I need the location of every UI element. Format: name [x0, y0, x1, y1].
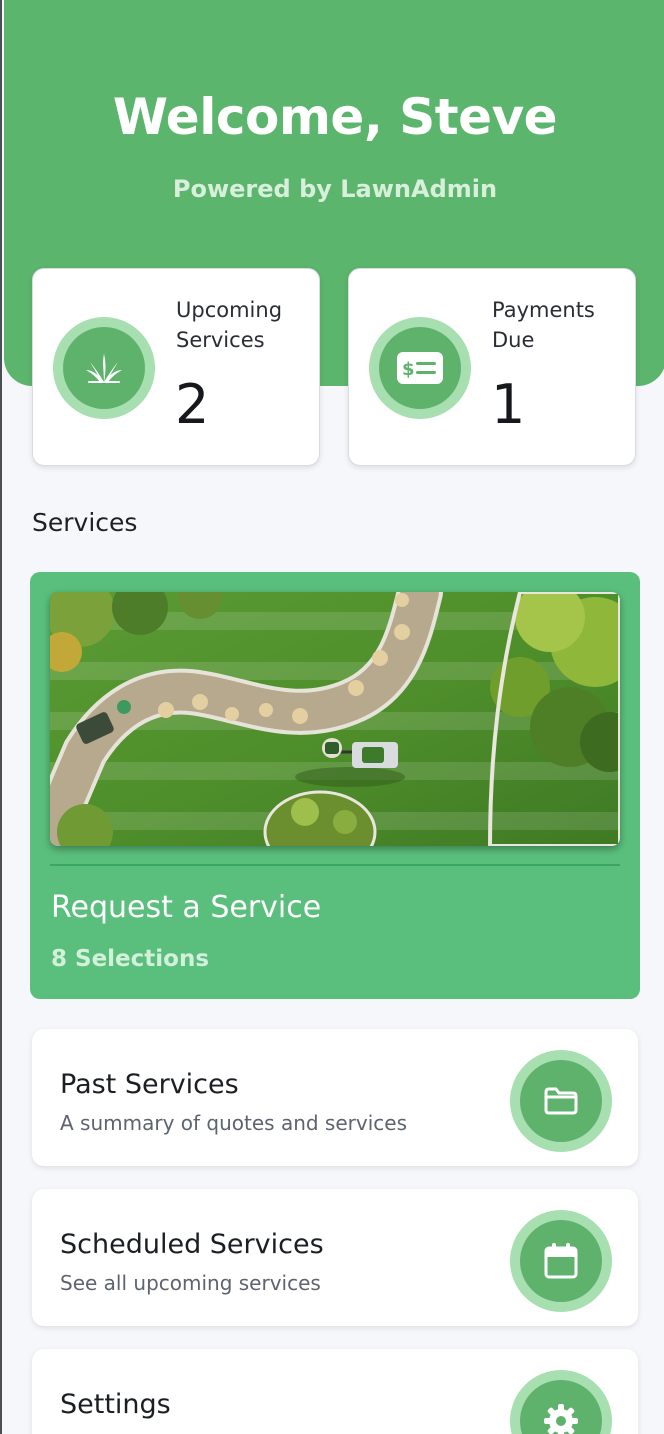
- calendar-icon: [544, 1243, 578, 1279]
- gear-icon-badge[interactable]: [510, 1370, 612, 1434]
- folder-icon-badge[interactable]: [510, 1050, 612, 1152]
- settings-title: Settings: [60, 1389, 171, 1420]
- payments-due-label: Payments Due: [492, 298, 595, 352]
- folder-icon: [544, 1087, 578, 1115]
- grass-icon-badge: [53, 317, 155, 419]
- powered-by-label: Powered by LawnAdmin: [172, 175, 498, 203]
- request-service-card[interactable]: Request a Service 8 Selections: [30, 572, 640, 999]
- request-service-selections: 8 Selections: [51, 946, 210, 972]
- past-services-title: Past Services: [60, 1069, 239, 1100]
- app-screen: Welcome, Steve Powered by LawnAdmin Upco…: [0, 0, 664, 1434]
- payments-due-count: 1: [491, 373, 526, 436]
- welcome-title: Welcome, Steve: [112, 88, 558, 146]
- grass-icon: [86, 354, 122, 383]
- gear-icon: [544, 1404, 578, 1434]
- scheduled-services-subtitle: See all upcoming services: [60, 1271, 321, 1295]
- calendar-icon-badge[interactable]: [510, 1210, 612, 1312]
- upcoming-services-card[interactable]: Upcoming Services 2: [32, 268, 320, 466]
- bill-icon-badge: $: [369, 317, 471, 419]
- lawn-photo: [50, 592, 620, 846]
- past-services-card[interactable]: Past Services A summary of quotes and se…: [32, 1029, 638, 1166]
- scheduled-services-card[interactable]: Scheduled Services See all upcoming serv…: [32, 1189, 638, 1326]
- past-services-subtitle: A summary of quotes and services: [60, 1111, 407, 1135]
- svg-text:$: $: [402, 359, 415, 380]
- request-divider: [50, 864, 620, 866]
- bill-icon: $: [397, 352, 443, 384]
- upcoming-services-label: Upcoming Services: [176, 298, 283, 352]
- request-service-title: Request a Service: [51, 890, 322, 925]
- settings-card[interactable]: Settings: [32, 1349, 638, 1434]
- scheduled-services-title: Scheduled Services: [60, 1229, 324, 1260]
- payments-due-card[interactable]: $ Payments Due 1: [348, 268, 636, 466]
- upcoming-services-count: 2: [175, 373, 210, 436]
- services-section-title: Services: [32, 508, 138, 537]
